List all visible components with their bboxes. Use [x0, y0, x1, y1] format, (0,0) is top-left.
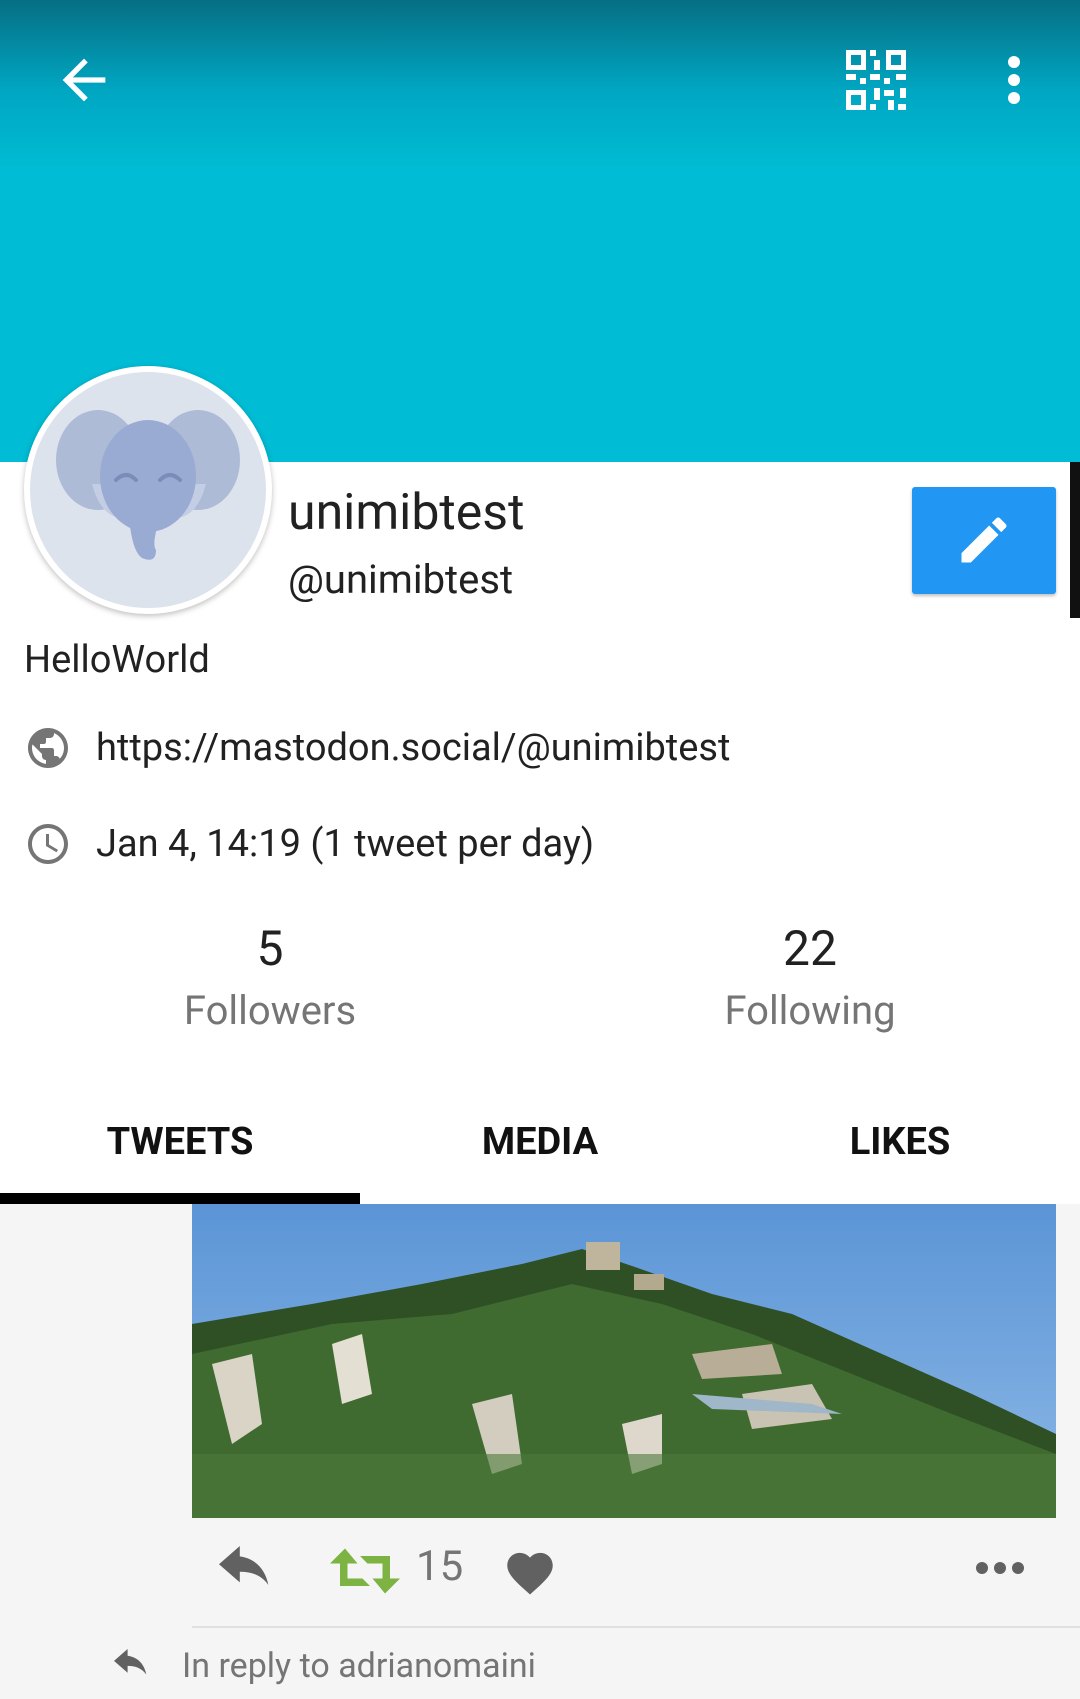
qr-code-icon [846, 50, 906, 110]
tab-media[interactable]: MEDIA [360, 1080, 720, 1204]
clock-icon [28, 824, 68, 864]
following-stat[interactable]: 22 Following [660, 920, 960, 1034]
more-horizontal-icon [976, 1562, 1024, 1574]
globe-icon [28, 728, 68, 768]
display-name: unimibtest [288, 484, 525, 542]
scrollbar[interactable] [1070, 462, 1080, 618]
retweet-count: 15 [416, 1542, 464, 1591]
profile-joined-row: Jan 4, 14:19 (1 tweet per day) [24, 820, 594, 868]
reply-context-text: In reply to adrianomaini [182, 1646, 536, 1686]
qr-code-button[interactable] [844, 48, 908, 112]
heart-icon [507, 1552, 553, 1595]
following-label: Following [724, 987, 896, 1034]
elephant-avatar-icon [56, 410, 240, 560]
avatar[interactable] [24, 366, 272, 614]
following-count: 22 [783, 920, 837, 977]
edit-profile-button[interactable] [912, 487, 1056, 594]
tab-likes[interactable]: LIKES [720, 1080, 1080, 1204]
followers-stat[interactable]: 5 Followers [120, 920, 420, 1034]
tweet-media-image[interactable] [192, 1204, 1056, 1518]
reply-context[interactable]: In reply to adrianomaini [110, 1646, 536, 1686]
more-vertical-icon [1008, 56, 1020, 104]
arrow-left-icon [62, 58, 106, 102]
retweet-button[interactable] [330, 1548, 400, 1594]
username-handle: @unimibtest [288, 556, 514, 603]
tweet-overflow-button[interactable] [974, 1560, 1026, 1576]
more-options-button[interactable] [990, 48, 1038, 112]
reply-button[interactable] [212, 1546, 278, 1598]
tweet-actions: 15 [0, 1540, 1080, 1604]
profile-tabs: TWEETS MEDIA LIKES [0, 1080, 1080, 1204]
retweet-icon [330, 1548, 400, 1594]
profile-url-link[interactable]: https://mastodon.social/@unimibtest [96, 726, 730, 770]
followers-count: 5 [256, 920, 284, 977]
tab-tweets[interactable]: TWEETS [0, 1080, 360, 1204]
followers-label: Followers [183, 987, 357, 1034]
pencil-icon [961, 517, 1007, 563]
tab-selected-indicator [0, 1193, 360, 1204]
back-button[interactable] [52, 48, 116, 112]
reply-icon [219, 1546, 269, 1585]
hillside-photo [192, 1204, 1056, 1518]
profile-url-row[interactable]: https://mastodon.social/@unimibtest [24, 724, 730, 772]
reply-icon [114, 1649, 147, 1675]
profile-joined-text: Jan 4, 14:19 (1 tweet per day) [96, 822, 595, 866]
like-button[interactable] [502, 1546, 558, 1596]
tweet-divider [192, 1626, 1080, 1628]
profile-bio: HelloWorld [24, 638, 210, 682]
